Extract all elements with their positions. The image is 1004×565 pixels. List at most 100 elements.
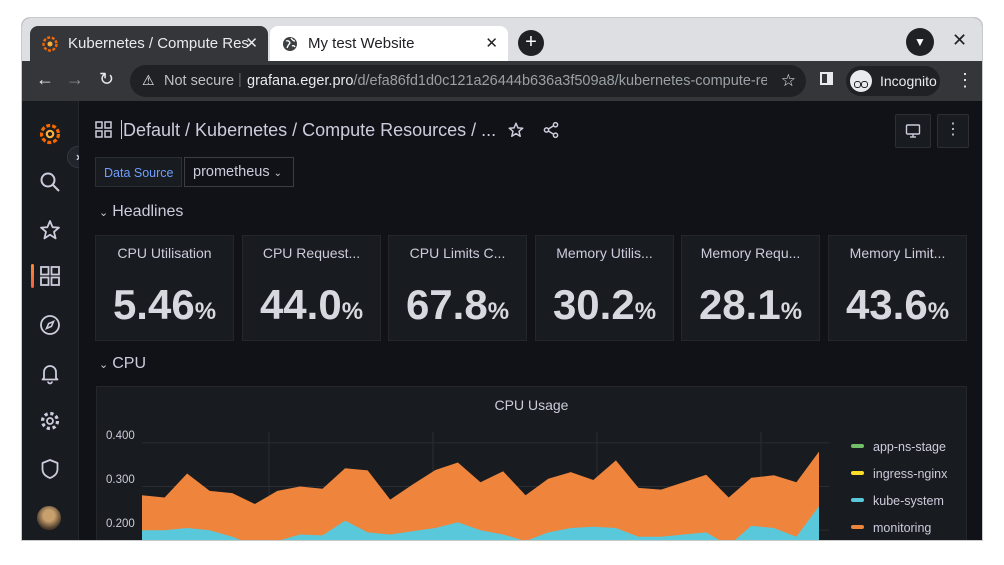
search-icon[interactable] xyxy=(38,170,62,194)
monitor-icon xyxy=(905,124,921,138)
dashboard-main: Default / Kubernetes / Compute Resources… xyxy=(79,101,982,540)
legend-swatch xyxy=(851,498,864,502)
row-headlines[interactable]: ⌄ Headlines xyxy=(99,203,183,221)
legend-item[interactable]: monitoring xyxy=(851,521,931,535)
stat-unit: % xyxy=(634,298,657,325)
window-close-button[interactable]: ✕ xyxy=(952,30,967,51)
stat-number: 30.2 xyxy=(552,281,635,328)
legend-label: monitoring xyxy=(873,521,932,535)
legend-label: app-ns-stage xyxy=(873,440,946,454)
legend-swatch xyxy=(851,525,864,529)
stat-title: Memory Utilis... xyxy=(556,245,653,261)
chevron-down-icon: ▼ xyxy=(914,35,926,49)
stat-title: CPU Request... xyxy=(262,245,361,261)
stat-panel[interactable]: Memory Utilis... 30.2% xyxy=(535,235,674,341)
stat-number: 5.46 xyxy=(112,281,195,328)
stat-number: 44.0 xyxy=(259,281,342,328)
stat-unit: % xyxy=(780,298,803,325)
stat-number: 28.1 xyxy=(698,281,781,328)
tab-kubernetes[interactable]: Kubernetes / Compute Resources / Cluster… xyxy=(30,26,268,61)
stat-unit: % xyxy=(194,298,217,325)
stat-panel[interactable]: Memory Requ... 28.1% xyxy=(681,235,820,341)
chevron-down-icon: ⌄ xyxy=(273,168,282,179)
reload-icon[interactable]: ↻ xyxy=(99,69,114,90)
new-tab-button[interactable]: + xyxy=(518,30,544,56)
url-path: /d/efa86fd1d0c121a26444b636a3f509a8/kube… xyxy=(353,73,767,89)
row-title: Headlines xyxy=(112,203,184,220)
grafana-logo-icon[interactable] xyxy=(38,121,62,145)
legend-label: kube-system xyxy=(873,494,944,508)
text-cursor xyxy=(121,120,122,139)
close-tab-icon[interactable]: ✕ xyxy=(485,34,498,52)
divider: | xyxy=(238,72,242,88)
bell-alerting-icon[interactable] xyxy=(38,361,62,385)
dashboard-more-button[interactable]: ⋮ xyxy=(937,114,969,148)
legend-item[interactable]: ingress-nginx xyxy=(851,467,947,481)
legend-item[interactable]: app-ns-stage xyxy=(851,440,946,454)
shield-icon[interactable] xyxy=(38,457,62,481)
close-tab-icon[interactable]: ✕ xyxy=(245,34,258,52)
monitoring-area xyxy=(142,451,819,540)
legend-swatch xyxy=(851,471,864,475)
avatar[interactable] xyxy=(37,506,61,530)
stat-title: CPU Utilisation xyxy=(117,245,212,261)
row-cpu[interactable]: ⌄ CPU xyxy=(99,355,146,373)
stat-value: 28.1% xyxy=(682,281,819,329)
datasource-value: prometheus xyxy=(193,164,270,180)
variable-label: Data Source xyxy=(95,157,183,187)
grafana-favicon-icon xyxy=(42,35,58,52)
tab-title: Kubernetes / Compute Resources / Cluster xyxy=(68,35,248,52)
bookmark-star-icon[interactable]: ☆ xyxy=(781,71,796,91)
legend-label: ingress-nginx xyxy=(873,467,948,481)
breadcrumb-text: Default / Kubernetes / Compute Resources… xyxy=(123,120,497,140)
back-arrow-icon[interactable]: ← xyxy=(36,69,54,90)
star-icon[interactable] xyxy=(38,218,62,242)
forward-arrow-icon[interactable]: → xyxy=(66,69,84,90)
cpu-usage-panel[interactable]: CPU Usage 0.400 0.300 0.200 app-ns-stage… xyxy=(96,386,967,540)
stat-value: 5.46% xyxy=(96,281,233,329)
stat-number: 67.8 xyxy=(405,281,488,328)
browser-window: Kubernetes / Compute Resources / Cluster… xyxy=(22,18,982,540)
cpu-usage-chart xyxy=(142,432,829,540)
url-text[interactable]: grafana.eger.pro/d/efa86fd1d0c121a26444b… xyxy=(247,73,767,89)
incognito-icon xyxy=(850,70,872,92)
browser-toolbar: ← → ↻ ⚠ Not secure | grafana.eger.pro/d/… xyxy=(22,61,982,101)
tv-mode-button[interactable] xyxy=(895,114,931,148)
share-icon[interactable] xyxy=(542,121,560,139)
legend-item[interactable]: kube-system xyxy=(851,494,944,508)
datasource-select[interactable]: prometheus ⌄ xyxy=(184,157,294,187)
browser-menu-icon[interactable]: ⋮ xyxy=(956,70,974,91)
stat-unit: % xyxy=(927,298,950,325)
tab-title: My test Website xyxy=(308,35,415,52)
active-indicator xyxy=(31,264,34,288)
dashboard-grid-icon xyxy=(95,121,112,138)
url-host: grafana.eger.pro xyxy=(247,73,354,89)
compass-explore-icon[interactable] xyxy=(38,313,62,337)
stat-title: Memory Limit... xyxy=(849,245,946,261)
address-bar[interactable]: ⚠ Not secure | grafana.eger.pro/d/efa86f… xyxy=(130,65,806,97)
incognito-badge[interactable]: Incognito xyxy=(846,66,940,96)
stat-value: 30.2% xyxy=(536,281,673,329)
stat-panel[interactable]: Memory Limit... 43.6% xyxy=(828,235,967,341)
stat-number: 43.6 xyxy=(845,281,928,328)
side-panel-icon[interactable] xyxy=(820,72,833,85)
favorite-star-icon[interactable] xyxy=(507,121,525,139)
warning-icon: ⚠ xyxy=(142,72,155,88)
tab-my-test-website[interactable]: My test Website ✕ xyxy=(270,26,508,61)
more-vertical-icon: ⋮ xyxy=(945,121,961,138)
stat-value: 67.8% xyxy=(389,281,526,329)
stat-unit: % xyxy=(341,298,364,325)
breadcrumb[interactable]: Default / Kubernetes / Compute Resources… xyxy=(121,120,496,141)
stat-panel[interactable]: CPU Limits C... 67.8% xyxy=(388,235,527,341)
incognito-label: Incognito xyxy=(880,73,937,89)
stat-panel[interactable]: CPU Utilisation 5.46% xyxy=(95,235,234,341)
dashboards-grid-icon[interactable] xyxy=(38,264,62,288)
gear-icon[interactable] xyxy=(38,409,62,433)
stat-value: 43.6% xyxy=(829,281,966,329)
tab-search-button[interactable]: ▼ xyxy=(906,28,934,56)
stat-title: CPU Limits C... xyxy=(409,245,506,261)
grafana-sidebar xyxy=(22,101,79,540)
row-title: CPU xyxy=(112,355,146,372)
security-label: Not secure xyxy=(164,73,235,89)
stat-panel[interactable]: CPU Request... 44.0% xyxy=(242,235,381,341)
